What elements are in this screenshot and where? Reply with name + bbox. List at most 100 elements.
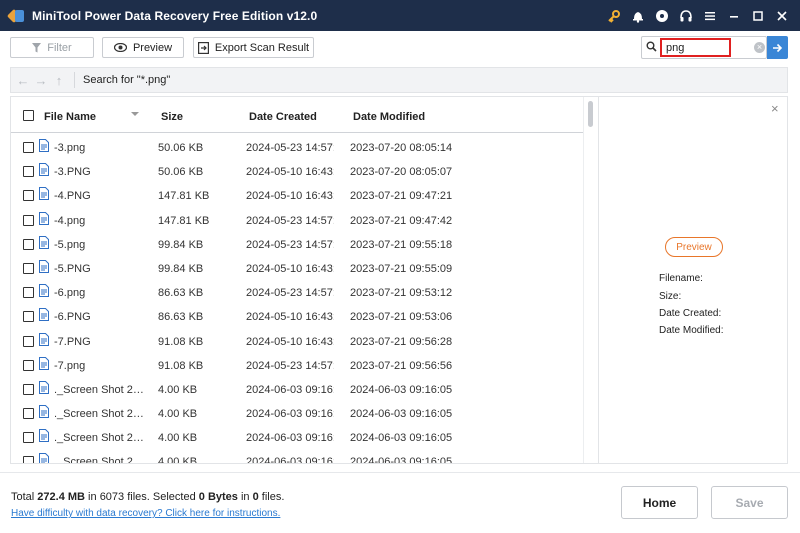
table-row[interactable]: -4.png 147.81 KB 2024-05-23 14:57:... 2023-… [11, 207, 583, 231]
scan-summary: Total 272.4 MB in 6073 files. Selected 0… [11, 491, 285, 503]
file-name: -5.png [54, 238, 86, 251]
total-files: 6073 [99, 491, 125, 503]
row-checkbox[interactable] [23, 335, 34, 347]
search-input[interactable] [660, 38, 731, 57]
table-row[interactable]: -7.png 91.08 KB 2024-05-23 14:57:... 2023-0… [11, 352, 583, 376]
preview-button[interactable]: Preview [102, 37, 184, 58]
file-icon [39, 453, 49, 463]
headset-icon[interactable] [674, 0, 698, 31]
column-size[interactable]: Size [161, 111, 183, 123]
file-name: ._Screen Shot 202... [54, 408, 146, 421]
sort-caret-icon[interactable] [131, 112, 139, 116]
select-all-checkbox[interactable] [23, 110, 34, 121]
maximize-icon[interactable] [746, 0, 770, 31]
toolbar: Filter Preview Export Scan Result × [0, 31, 800, 63]
column-date-modified[interactable]: Date Modified [353, 111, 425, 123]
close-icon[interactable] [770, 0, 794, 31]
row-checkbox[interactable] [23, 214, 34, 226]
table-row[interactable]: -7.PNG 91.08 KB 2024-05-10 16:43:... 2023-0… [11, 328, 583, 352]
file-date-modified: 2023-07-21 09:55:09 [350, 262, 453, 275]
row-checkbox[interactable] [23, 383, 34, 395]
file-icon [39, 284, 49, 298]
table-row[interactable]: -6.png 86.63 KB 2024-05-23 14:57:... 2023-0… [11, 279, 583, 303]
file-name: -6.PNG [54, 311, 91, 324]
bell-icon[interactable] [626, 0, 650, 31]
file-date-modified: 2023-07-21 09:53:06 [350, 311, 453, 324]
column-date-created[interactable]: Date Created [249, 111, 317, 123]
filter-button[interactable]: Filter [10, 37, 94, 58]
file-date-created: 2024-05-10 16:43:... [246, 311, 334, 324]
file-size: 4.00 KB [158, 432, 198, 445]
export-scan-result-button[interactable]: Export Scan Result [193, 37, 314, 58]
file-date-modified: 2023-07-20 08:05:14 [350, 142, 453, 154]
table-row[interactable]: ._Screen Shot 202... 4.00 KB 2024-06-03 09… [11, 400, 583, 424]
date-created-label: Date Created: [659, 308, 722, 319]
scrollbar-thumb[interactable] [588, 101, 593, 127]
file-size: 99.84 KB [158, 238, 204, 251]
table-row[interactable]: ._Screen Shot 202... 4.00 KB 2024-06-03 09… [11, 448, 583, 464]
up-arrow-icon[interactable]: ↑ [50, 73, 68, 88]
table-row[interactable]: -4.PNG 147.81 KB 2024-05-10 16:43:... 2023-… [11, 182, 583, 206]
table-row[interactable]: -3.PNG 50.06 KB 2024-05-10 16:43:... 2023-0… [11, 158, 583, 182]
file-date-created: 2024-05-23 14:57:... [246, 287, 334, 300]
app-title: MiniTool Power Data Recovery Free Editio… [32, 8, 318, 23]
preview-panel: × Preview Filename: Size: Date Created: … [598, 96, 788, 464]
file-size: 91.08 KB [158, 359, 204, 372]
row-checkbox[interactable] [23, 456, 34, 463]
file-date-created: 2024-06-03 09:16:... [246, 432, 334, 445]
row-checkbox[interactable] [23, 287, 34, 299]
file-icon [39, 259, 49, 273]
table-row[interactable]: ._Screen Shot 202... 4.00 KB 2024-06-03 09… [11, 376, 583, 400]
table-row[interactable]: -6.PNG 86.63 KB 2024-05-10 16:43:... 2023-0… [11, 303, 583, 327]
row-checkbox[interactable] [23, 238, 34, 250]
vertical-scrollbar[interactable] [583, 97, 598, 463]
row-checkbox[interactable] [23, 311, 34, 323]
file-name: ._Screen Shot 202... [54, 383, 146, 396]
disc-icon[interactable] [650, 0, 674, 31]
file-date-created: 2024-05-23 14:57:... [246, 359, 334, 372]
file-date-created: 2024-05-23 14:57:... [246, 238, 334, 251]
menu-icon[interactable] [698, 0, 722, 31]
table-row[interactable]: -5.PNG 99.84 KB 2024-05-10 16:43:... 2023-0… [11, 255, 583, 279]
minimize-icon[interactable] [722, 0, 746, 31]
row-checkbox[interactable] [23, 166, 34, 178]
save-button[interactable]: Save [711, 486, 788, 519]
arrow-right-icon [773, 43, 783, 52]
file-date-modified: 2023-07-21 09:55:18 [350, 238, 453, 251]
column-file-name[interactable]: File Name [44, 111, 96, 123]
table-row[interactable]: -3.png 50.06 KB 2024-05-23 14:57:... 2023-0… [11, 134, 583, 158]
file-list-rows: -3.png 50.06 KB 2024-05-23 14:57:... 2023-0… [11, 134, 583, 464]
search-go-button[interactable] [767, 36, 788, 59]
help-link[interactable]: Have difficulty with data recovery? Clic… [11, 508, 280, 519]
close-preview-icon[interactable]: × [771, 101, 779, 116]
row-checkbox[interactable] [23, 142, 34, 153]
clear-search-icon[interactable]: × [754, 42, 765, 53]
file-name: -6.png [54, 287, 86, 300]
home-button[interactable]: Home [621, 486, 698, 519]
row-checkbox[interactable] [23, 262, 34, 274]
file-date-created: 2024-05-10 16:43:... [246, 262, 334, 275]
row-checkbox[interactable] [23, 359, 34, 371]
footer: Total 272.4 MB in 6073 files. Selected 0… [0, 472, 800, 533]
file-date-created: 2024-06-03 09:16:... [246, 456, 334, 464]
file-icon [39, 380, 49, 394]
table-row[interactable]: -5.png 99.84 KB 2024-05-23 14:57:... 2023-0… [11, 231, 583, 255]
file-name: -4.png [54, 214, 86, 227]
table-row[interactable]: ._Screen Shot 202... 4.00 KB 2024-06-03 09… [11, 424, 583, 448]
file-date-modified: 2023-07-21 09:56:56 [350, 359, 453, 372]
file-date-created: 2024-06-03 09:16:... [246, 383, 334, 396]
preview-file-button[interactable]: Preview [665, 237, 723, 257]
back-arrow-icon[interactable]: ← [14, 73, 32, 88]
forward-arrow-icon[interactable]: → [32, 73, 50, 88]
row-checkbox[interactable] [23, 432, 34, 444]
file-list-header: File Name Size Date Created Date Modifie… [11, 97, 583, 133]
file-name: ._Screen Shot 202... [54, 432, 146, 445]
file-date-created: 2024-05-10 16:43:... [246, 190, 334, 203]
file-date-modified: 2023-07-21 09:53:12 [350, 287, 453, 300]
row-checkbox[interactable] [23, 190, 34, 202]
key-icon[interactable] [602, 0, 626, 31]
file-list: File Name Size Date Created Date Modifie… [10, 96, 598, 464]
file-date-modified: 2023-07-21 09:47:21 [350, 190, 453, 203]
row-checkbox[interactable] [23, 408, 34, 420]
file-icon [39, 356, 49, 370]
